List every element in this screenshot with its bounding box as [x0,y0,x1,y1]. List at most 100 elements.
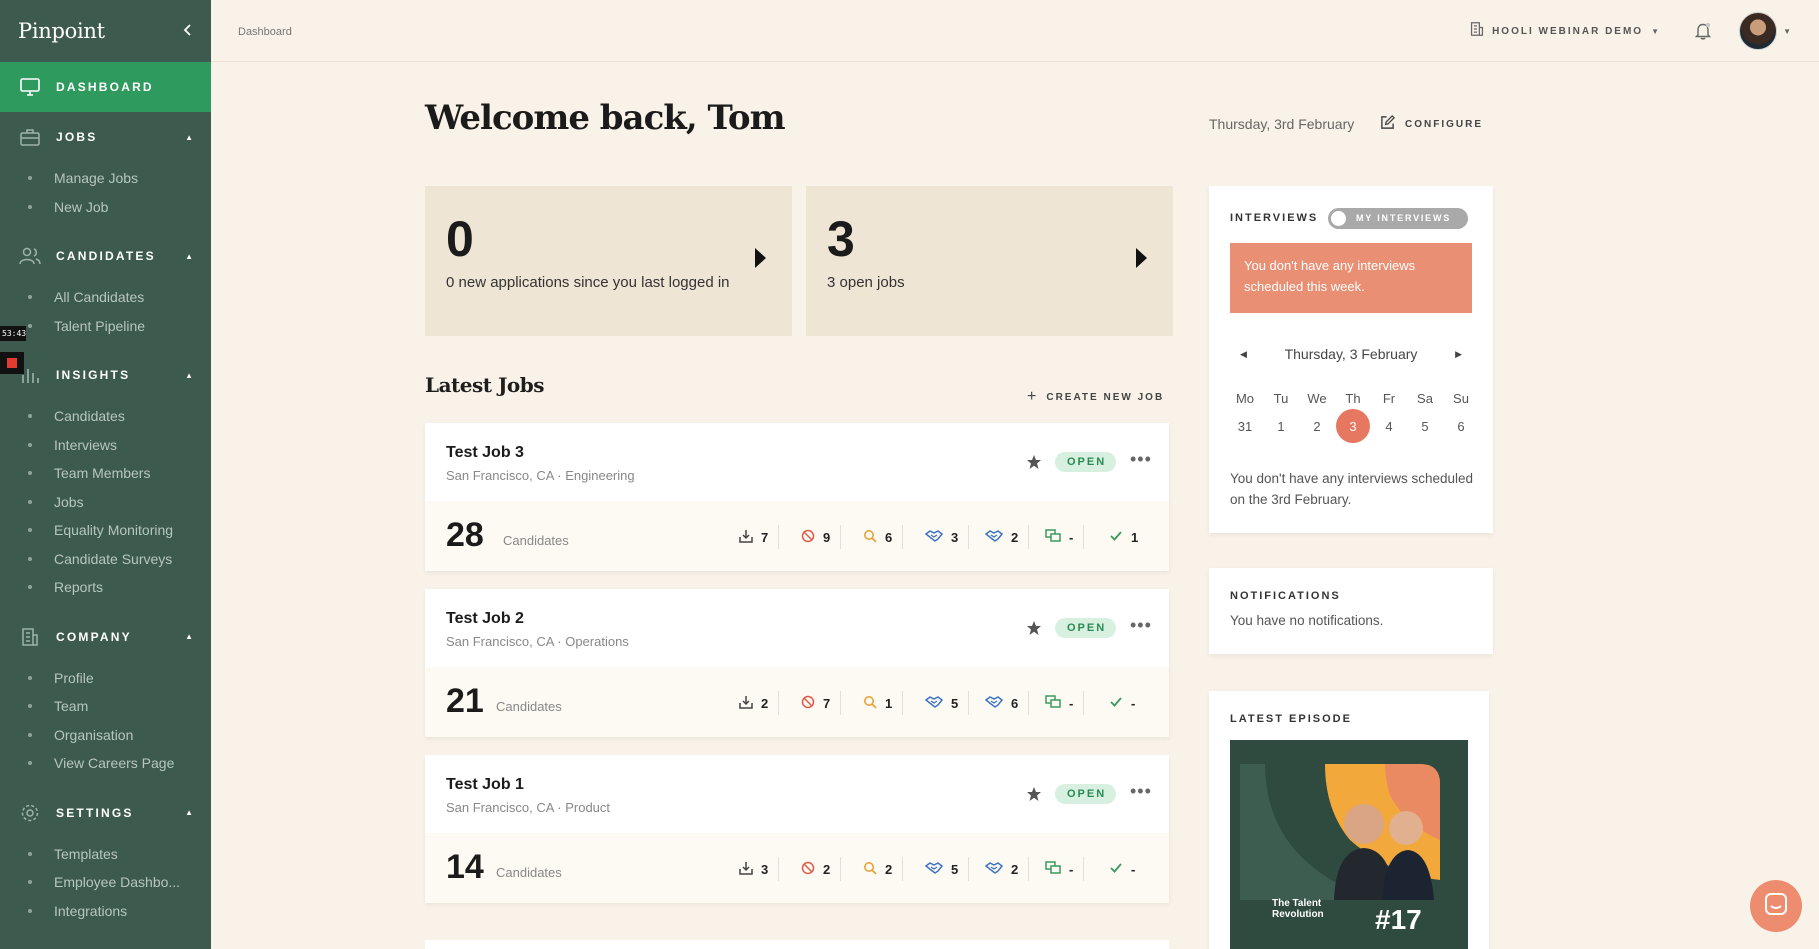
stage-count: 3 [951,529,959,545]
nav-insights[interactable]: INSIGHTS ▲ [0,350,211,400]
sidebar: Pinpoint DASHBOARD JOBS ▲ Manage Jobs Ne… [0,0,211,949]
sidebar-item-integrations[interactable]: Integrations [0,897,211,926]
calendar-day-today[interactable]: 3 [1336,409,1370,443]
job-card[interactable]: Test Job 2 San Francisco, CA · Operation… [425,589,1169,737]
create-new-job-button[interactable]: + CREATE NEW JOB [1027,388,1164,406]
pipeline-stage[interactable]: 6 [984,689,1030,717]
pipeline-stage[interactable]: 5 [924,689,970,717]
my-interviews-toggle[interactable]: MY INTERVIEWS [1328,208,1468,229]
job-card[interactable]: Test Job 3 San Francisco, CA · Engineeri… [425,423,1169,571]
pipeline-stage[interactable]: 2 [739,689,780,717]
more-options-icon[interactable]: ••• [1130,781,1152,802]
user-menu[interactable]: ▼ [1739,12,1791,50]
pipeline-stage[interactable]: 9 [801,523,842,551]
stage-divider [1028,525,1030,549]
calendar-day[interactable]: 31 [1227,412,1263,440]
pipeline-stage[interactable]: - [1045,689,1085,717]
more-options-icon[interactable]: ••• [1130,449,1152,470]
caret-up-icon: ▲ [185,370,193,380]
sidebar-item-templates[interactable]: Templates [0,840,211,869]
sidebar-item-insights-team-members[interactable]: Team Members [0,459,211,488]
sidebar-item-team[interactable]: Team [0,692,211,721]
pipeline-stage[interactable]: - [1045,523,1085,551]
pipeline-stage[interactable]: - [1045,855,1085,883]
star-icon[interactable] [1026,620,1042,641]
sidebar-item-insights-candidates[interactable]: Candidates [0,402,211,431]
calendar-day[interactable]: 1 [1263,412,1299,440]
handshake-icon [984,861,1004,878]
calendar-day[interactable]: 2 [1299,412,1335,440]
pipeline-stage[interactable]: 6 [863,523,904,551]
sidebar-item-organisation[interactable]: Organisation [0,721,211,750]
caret-up-icon: ▲ [185,632,193,641]
notifications-panel: NOTIFICATIONS You have no notifications. [1209,568,1493,654]
new-applications-card[interactable]: 0 0 new applications since you last logg… [425,186,792,336]
stage-count: 7 [761,529,769,545]
toggle-label: MY INTERVIEWS [1356,213,1452,223]
pipeline-stage[interactable]: 1 [863,689,904,717]
org-switcher[interactable]: HOOLI WEBINAR DEMO ▼ [1470,22,1659,41]
stage-count: 2 [885,861,893,877]
sidebar-item-new-job[interactable]: New Job [0,193,211,222]
sidebar-item-all-candidates[interactable]: All Candidates [0,283,211,312]
calendar-day[interactable]: 6 [1443,412,1479,440]
sidebar-item-manage-jobs[interactable]: Manage Jobs [0,164,211,193]
pipeline-stage[interactable]: 7 [739,523,780,551]
nav-candidates[interactable]: CANDIDATES ▲ [0,231,211,281]
pipeline-stage[interactable]: 2 [984,523,1030,551]
chat-button[interactable] [1750,880,1802,932]
pipeline-stage[interactable]: 2 [984,855,1030,883]
calendar-day[interactable]: 5 [1407,412,1443,440]
caret-left-icon[interactable]: ◀ [1230,349,1257,360]
pipeline-stage[interactable]: 2 [863,855,904,883]
breadcrumb[interactable]: Dashboard [238,26,292,38]
sidebar-item-employee-dashboard[interactable]: Employee Dashbo... [0,868,211,897]
pipeline-stage[interactable]: - [1109,689,1135,717]
brand-logo[interactable]: Pinpoint [18,19,105,43]
nav-dashboard[interactable]: DASHBOARD [0,62,211,112]
stage-count: - [1069,861,1074,877]
star-icon[interactable] [1026,786,1042,807]
job-title[interactable]: Test Job 1 [446,776,524,794]
stop-recording-button[interactable] [0,352,24,374]
sidebar-item-equality-monitoring[interactable]: Equality Monitoring [0,516,211,545]
sidebar-item-talent-pipeline[interactable]: Talent Pipeline [0,312,211,341]
configure-button[interactable]: CONFIGURE [1380,115,1483,133]
sidebar-item-profile[interactable]: Profile [0,664,211,693]
open-jobs-card[interactable]: 3 3 open jobs [806,186,1173,336]
job-title[interactable]: Test Job 3 [446,444,524,462]
handshake-icon [924,861,944,878]
chevron-left-icon[interactable] [183,23,193,39]
sidebar-item-candidate-surveys[interactable]: Candidate Surveys [0,545,211,574]
stage-count: 2 [1011,861,1019,877]
company-subitems: Profile Team Organisation View Careers P… [0,662,211,788]
nav-settings[interactable]: SETTINGS ▲ [0,788,211,838]
pipeline-stage[interactable]: 3 [924,523,970,551]
sidebar-item-view-careers-page[interactable]: View Careers Page [0,749,211,778]
topbar: Dashboard HOOLI WEBINAR DEMO ▼ ▼ [211,0,1819,62]
bell-icon[interactable] [1694,22,1712,45]
inbox-icon [739,529,753,546]
job-card[interactable]: Test Job 1 San Francisco, CA · Product O… [425,755,1169,903]
job-card[interactable] [425,940,1169,949]
sidebar-item-insights-interviews[interactable]: Interviews [0,431,211,460]
star-icon[interactable] [1026,454,1042,475]
episode-artwork[interactable]: The Talent Revolution #17 [1230,740,1468,949]
nav-company[interactable]: COMPANY ▲ [0,612,211,662]
job-title[interactable]: Test Job 2 [446,610,524,628]
offer-icon [1045,694,1061,712]
calendar-day[interactable]: 4 [1371,412,1407,440]
sidebar-item-reports[interactable]: Reports [0,573,211,602]
pipeline-stage[interactable]: 7 [801,689,842,717]
nav-jobs[interactable]: JOBS ▲ [0,112,211,162]
edit-icon [1380,115,1395,133]
brand: Pinpoint [0,0,211,62]
pipeline-stage[interactable]: 1 [1109,523,1138,551]
caret-right-icon[interactable]: ▶ [1445,349,1472,360]
more-options-icon[interactable]: ••• [1130,615,1152,636]
pipeline-stage[interactable]: 2 [801,855,842,883]
pipeline-stage[interactable]: 5 [924,855,970,883]
pipeline-stage[interactable]: - [1109,855,1135,883]
sidebar-item-insights-jobs[interactable]: Jobs [0,488,211,517]
pipeline-stage[interactable]: 3 [739,855,780,883]
